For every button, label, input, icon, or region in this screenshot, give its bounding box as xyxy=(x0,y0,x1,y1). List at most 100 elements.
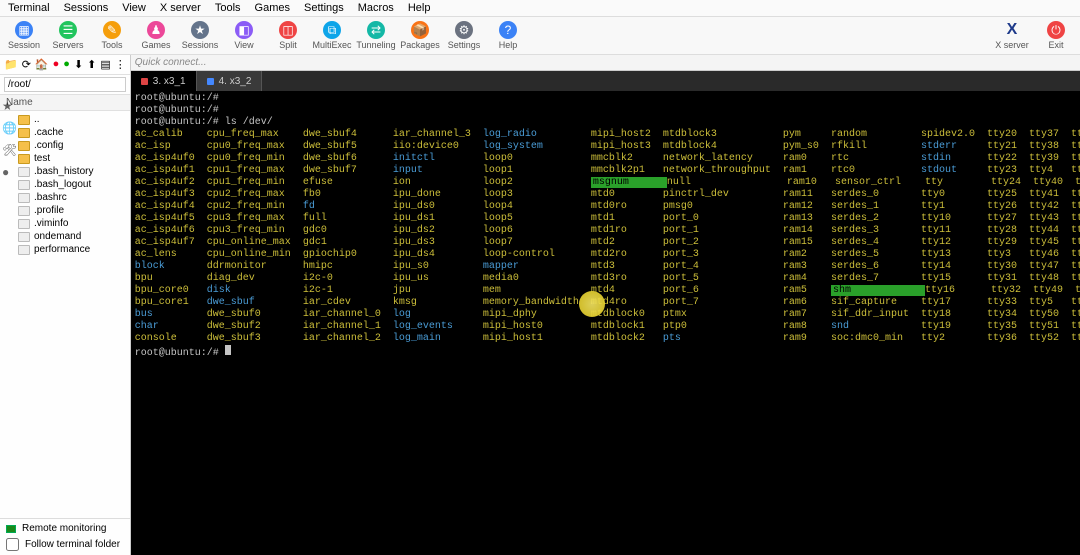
download-icon[interactable]: ⬇ xyxy=(74,58,83,71)
tool-label: Games xyxy=(141,40,170,50)
remote-monitoring-row[interactable]: Remote monitoring xyxy=(6,523,124,534)
servers-icon: ☰ xyxy=(59,21,77,39)
file-label: .profile xyxy=(34,205,64,216)
sidebar-tab-star-icon[interactable]: ★ xyxy=(2,99,17,113)
help-icon: ? xyxy=(499,21,517,39)
menu-view[interactable]: View xyxy=(122,2,146,14)
file-item[interactable]: .. xyxy=(16,113,128,126)
follow-terminal-label: Follow terminal folder xyxy=(25,539,120,550)
follow-terminal-input[interactable] xyxy=(6,538,19,551)
file-item[interactable]: .bashrc xyxy=(16,191,128,204)
tool-label: Sessions xyxy=(182,40,219,50)
upload-icon[interactable]: ⬆ xyxy=(87,58,96,71)
tool-label: Packages xyxy=(400,40,440,50)
tool-session[interactable]: ▦Session xyxy=(4,19,44,52)
folder-icon xyxy=(18,128,30,138)
file-label: .config xyxy=(34,140,63,151)
tool-tools[interactable]: ✎Tools xyxy=(92,19,132,52)
sidebar-tab-tools-icon[interactable]: 🛠 xyxy=(2,143,17,157)
session-tabs: 3. x3_1 4. x3_2 xyxy=(131,71,1080,91)
sessions-icon: ★ xyxy=(191,21,209,39)
tool-tunneling[interactable]: ⇄Tunneling xyxy=(356,19,396,52)
tool-label: Split xyxy=(279,40,297,50)
menu-help[interactable]: Help xyxy=(408,2,431,14)
tunneling-icon: ⇄ xyxy=(367,21,385,39)
folder-icon xyxy=(18,115,30,125)
terminal-output[interactable]: root@ubuntu:/# root@ubuntu:/# root@ubunt… xyxy=(131,91,1080,555)
file-label: .cache xyxy=(34,127,63,138)
folder-icon xyxy=(18,154,30,164)
tool-label: Settings xyxy=(448,40,481,50)
menu-bar: Terminal Sessions View X server Tools Games Se… xyxy=(0,0,1080,17)
file-label: .bash_logout xyxy=(34,179,91,190)
home-icon[interactable]: 🏠 xyxy=(35,58,49,71)
file-item[interactable]: ondemand xyxy=(16,230,128,243)
x server-icon: X xyxy=(1003,21,1021,39)
refresh-icon[interactable]: ⟳ xyxy=(22,58,31,71)
tool-multiexec[interactable]: ⧉MultiExec xyxy=(312,19,352,52)
follow-terminal-checkbox[interactable]: Follow terminal folder xyxy=(6,538,124,551)
file-icon xyxy=(18,206,30,216)
session-tab[interactable]: 4. x3_2 xyxy=(197,71,263,91)
quick-connect-bar[interactable]: Quick connect... xyxy=(131,55,1080,71)
toolbar: ▦Session☰Servers✎Tools♟Games★Sessions◧Vi… xyxy=(0,17,1080,55)
tool-x-server[interactable]: XX server xyxy=(992,19,1032,52)
tool-games[interactable]: ♟Games xyxy=(136,19,176,52)
file-tree: .. .cache .configtest.bash_history .bash_lo… xyxy=(0,111,130,518)
tab-label: 3. x3_1 xyxy=(153,76,186,87)
file-item[interactable]: test xyxy=(16,152,128,165)
tab-dot-icon xyxy=(141,78,148,85)
file-item[interactable]: .bash_history xyxy=(16,165,128,178)
tool-view[interactable]: ◧View xyxy=(224,19,264,52)
tool-exit[interactable]: ⏻Exit xyxy=(1036,19,1076,52)
split-icon: ◫ xyxy=(279,21,297,39)
settings-icon: ⚙ xyxy=(455,21,473,39)
remote-monitoring-label: Remote monitoring xyxy=(22,523,106,534)
path-input[interactable] xyxy=(4,77,126,92)
file-label: .bash_history xyxy=(34,166,93,177)
file-item[interactable]: .bash_logout xyxy=(16,178,128,191)
tool-servers[interactable]: ☰Servers xyxy=(48,19,88,52)
menu-settings[interactable]: Settings xyxy=(304,2,344,14)
menu-terminal[interactable]: Terminal xyxy=(8,2,50,14)
sidebar-vertical-tabs: ★ 🌐 🛠 ● xyxy=(0,95,19,183)
menu-tools[interactable]: Tools xyxy=(215,2,241,14)
file-label: .bashrc xyxy=(34,192,67,203)
tool-packages[interactable]: 📦Packages xyxy=(400,19,440,52)
menu-macros[interactable]: Macros xyxy=(358,2,394,14)
nav-up-icon[interactable]: 📁 xyxy=(4,58,18,71)
sidebar-tab-dot-icon[interactable]: ● xyxy=(2,165,17,179)
file-list-header: Name xyxy=(0,95,130,111)
view-icon: ◧ xyxy=(235,21,253,39)
file-icon xyxy=(18,232,30,242)
file-label: .. xyxy=(34,114,40,125)
tool-label: Tools xyxy=(101,40,122,50)
multiexec-icon: ⧉ xyxy=(323,21,341,39)
tool-split[interactable]: ◫Split xyxy=(268,19,308,52)
bullet2-icon[interactable]: ● xyxy=(63,58,70,71)
menu-sessions[interactable]: Sessions xyxy=(64,2,109,14)
tool-label: Servers xyxy=(52,40,83,50)
file-item[interactable]: .profile xyxy=(16,204,128,217)
session-tab[interactable]: 3. x3_1 xyxy=(131,71,197,91)
tool-label: MultiExec xyxy=(312,40,351,50)
tool-sessions[interactable]: ★Sessions xyxy=(180,19,220,52)
tool-settings[interactable]: ⚙Settings xyxy=(444,19,484,52)
menu-x-server[interactable]: X server xyxy=(160,2,201,14)
tool-label: View xyxy=(234,40,253,50)
file-label: .viminfo xyxy=(34,218,68,229)
file-item[interactable]: .config xyxy=(16,139,128,152)
file-item[interactable]: performance xyxy=(16,243,128,256)
menu-games[interactable]: Games xyxy=(255,2,290,14)
list-icon[interactable]: ▤ xyxy=(100,58,110,71)
file-item[interactable]: .viminfo xyxy=(16,217,128,230)
bullet-icon[interactable]: ● xyxy=(53,58,60,71)
file-item[interactable]: .cache xyxy=(16,126,128,139)
sidebar: 📁 ⟳ 🏠 ● ● ⬇ ⬆ ▤ ⋮ Name .. .cache .configte… xyxy=(0,55,131,555)
more-icon[interactable]: ⋮ xyxy=(115,58,126,71)
monitor-icon xyxy=(6,525,16,533)
tool-help[interactable]: ?Help xyxy=(488,19,528,52)
sidebar-tab-globe-icon[interactable]: 🌐 xyxy=(2,121,17,135)
file-icon xyxy=(18,193,30,203)
exit-icon: ⏻ xyxy=(1047,21,1065,39)
